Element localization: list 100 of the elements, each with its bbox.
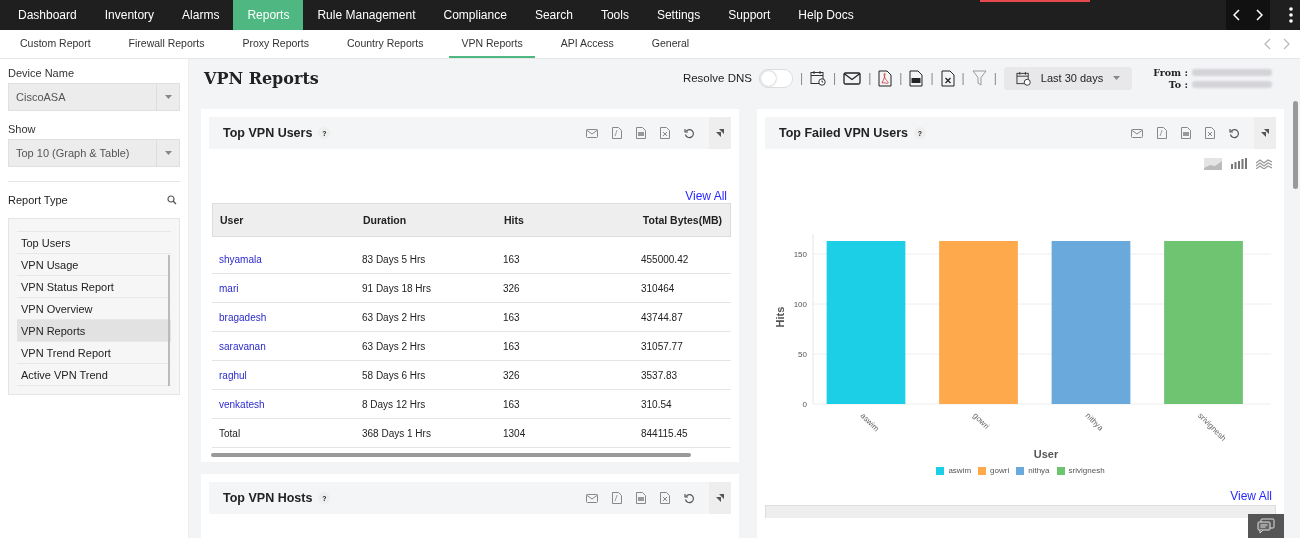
table-cell-text: 8 Days 12 Hrs xyxy=(361,398,427,410)
nav-tab[interactable]: Rule Management xyxy=(303,0,430,30)
axis-title: User xyxy=(1033,448,1058,460)
table-cell-text: 326 xyxy=(502,282,521,294)
nav-tab[interactable]: Inventory xyxy=(90,0,169,30)
column-header[interactable]: Total Bytes(MB) xyxy=(624,214,730,226)
separator: | xyxy=(993,71,997,85)
toggle-switch[interactable] xyxy=(758,68,793,88)
user-link[interactable]: saravanan xyxy=(212,340,355,352)
nav-tab[interactable]: Tools xyxy=(586,0,643,30)
more-icon xyxy=(1289,7,1293,23)
bar-chart-icon[interactable] xyxy=(1231,158,1247,169)
csv-file-icon[interactable] xyxy=(909,69,924,87)
scrollbar[interactable] xyxy=(211,453,691,457)
legend-label[interactable]: srivignesh xyxy=(1068,466,1105,475)
pdf-icon[interactable] xyxy=(878,69,893,87)
pdf-icon[interactable] xyxy=(612,127,622,139)
pdf-icon[interactable] xyxy=(612,492,622,504)
dropdown-icon xyxy=(165,95,172,99)
table-cell-text: 63 Days 2 Hrs xyxy=(361,311,427,323)
axis-tick-label: 0 xyxy=(802,400,807,409)
show-dropdown[interactable]: Top 10 (Graph & Table) xyxy=(8,139,180,167)
collapse-icon xyxy=(1261,129,1269,137)
view-all-link[interactable]: View All xyxy=(1230,489,1272,503)
user-link[interactable]: venkatesh xyxy=(212,398,355,410)
subnav-tab[interactable]: Custom Report xyxy=(8,30,103,58)
axis-title: Hits xyxy=(773,306,786,328)
section-label: Report Type xyxy=(8,194,68,206)
table-cell-text: 163 xyxy=(502,398,521,410)
user-link[interactable]: raghul xyxy=(212,369,355,381)
mail-icon[interactable] xyxy=(843,71,862,85)
column-header[interactable]: Hits xyxy=(497,214,624,226)
card-title: Top VPN Hosts xyxy=(223,491,313,505)
next-icon[interactable] xyxy=(1282,38,1290,50)
subnav-tab[interactable]: Firewall Reports xyxy=(116,30,217,58)
chevron-right-icon xyxy=(1255,9,1263,21)
collapse-button[interactable] xyxy=(1254,117,1276,149)
dropdown-icon xyxy=(1113,76,1121,80)
legend-label[interactable]: aswim xyxy=(948,466,972,475)
user-link[interactable]: mari xyxy=(212,282,355,294)
column-header[interactable]: User xyxy=(213,214,356,226)
toggle-label: Resolve DNS xyxy=(682,72,752,84)
total-cell-text: 844115.45 xyxy=(640,427,689,439)
refresh-icon[interactable] xyxy=(684,127,695,139)
search-icon[interactable] xyxy=(167,195,177,205)
schedule-icon[interactable] xyxy=(810,70,827,86)
report-item[interactable]: Top Users xyxy=(17,232,171,254)
line-chart-icon[interactable] xyxy=(1256,158,1272,169)
dropdown-icon xyxy=(165,151,172,155)
excel-file-icon[interactable] xyxy=(940,69,955,87)
view-all-link[interactable]: View All xyxy=(685,189,727,203)
separator: | xyxy=(833,71,837,85)
axis-tick-label: 50 xyxy=(797,350,807,359)
collapse-icon xyxy=(716,494,724,502)
separator: | xyxy=(930,71,934,85)
table-cell-text: 63 Days 2 Hrs xyxy=(361,340,427,352)
scrollbar[interactable] xyxy=(1293,101,1298,189)
nav-tab[interactable]: Support xyxy=(714,0,785,30)
legend-label[interactable]: nithya xyxy=(1028,466,1050,475)
date-label: To : xyxy=(1167,78,1188,90)
legend-label[interactable]: gowri xyxy=(990,466,1010,475)
nav-tab[interactable]: Help Docs xyxy=(784,0,868,30)
subnav-tab[interactable]: General xyxy=(639,30,702,58)
chat-button[interactable] xyxy=(1248,514,1284,538)
device-dropdown[interactable]: CiscoASA xyxy=(8,83,180,111)
table-cell-text: 91 Days 18 Hrs xyxy=(361,282,432,294)
table-cell-text: 163 xyxy=(502,340,521,352)
user-link[interactable]: bragadesh xyxy=(212,311,355,323)
field-label: Device Name xyxy=(8,67,76,79)
report-item[interactable]: VPN Reports xyxy=(17,320,171,342)
nav-tab[interactable]: Alarms xyxy=(168,0,234,30)
table-cell-text: 326 xyxy=(502,369,521,381)
subnav-tab[interactable]: Proxy Reports xyxy=(230,30,321,58)
nav-tab[interactable]: Settings xyxy=(642,0,715,30)
page-title: VPN Reports xyxy=(204,68,319,88)
user-link[interactable]: shyamala xyxy=(212,253,355,265)
previous-icon[interactable] xyxy=(1264,38,1272,50)
column-header[interactable]: Duration xyxy=(356,214,497,226)
axis-tick-label: 100 xyxy=(793,300,807,309)
nav-tab[interactable]: Dashboard xyxy=(4,0,91,30)
separator: | xyxy=(868,71,872,85)
chevron-left-icon xyxy=(1233,9,1241,21)
date-range-dropdown[interactable]: Last 30 days xyxy=(1003,66,1133,90)
field-label: Show xyxy=(8,123,37,135)
pdf-icon[interactable] xyxy=(1157,127,1167,139)
table-cell-text: 43744.87 xyxy=(640,311,684,323)
refresh-icon[interactable] xyxy=(684,492,695,504)
scrollbar[interactable] xyxy=(168,255,170,386)
filter-icon[interactable] xyxy=(971,70,987,86)
collapse-button[interactable] xyxy=(709,482,731,514)
nav-tab[interactable]: Compliance xyxy=(429,0,521,30)
table-cell-text: 31057.77 xyxy=(640,340,684,352)
nav-tab[interactable]: Search xyxy=(520,0,587,30)
calendar-icon xyxy=(1015,70,1031,86)
total-cell-text: Total xyxy=(218,427,242,439)
subnav-tab[interactable]: API Access xyxy=(548,30,626,58)
refresh-icon[interactable] xyxy=(1229,127,1240,139)
collapse-button[interactable] xyxy=(709,117,731,149)
table-cell-text: 455000.42 xyxy=(640,253,690,265)
subnav-tab[interactable]: Country Reports xyxy=(335,30,436,58)
